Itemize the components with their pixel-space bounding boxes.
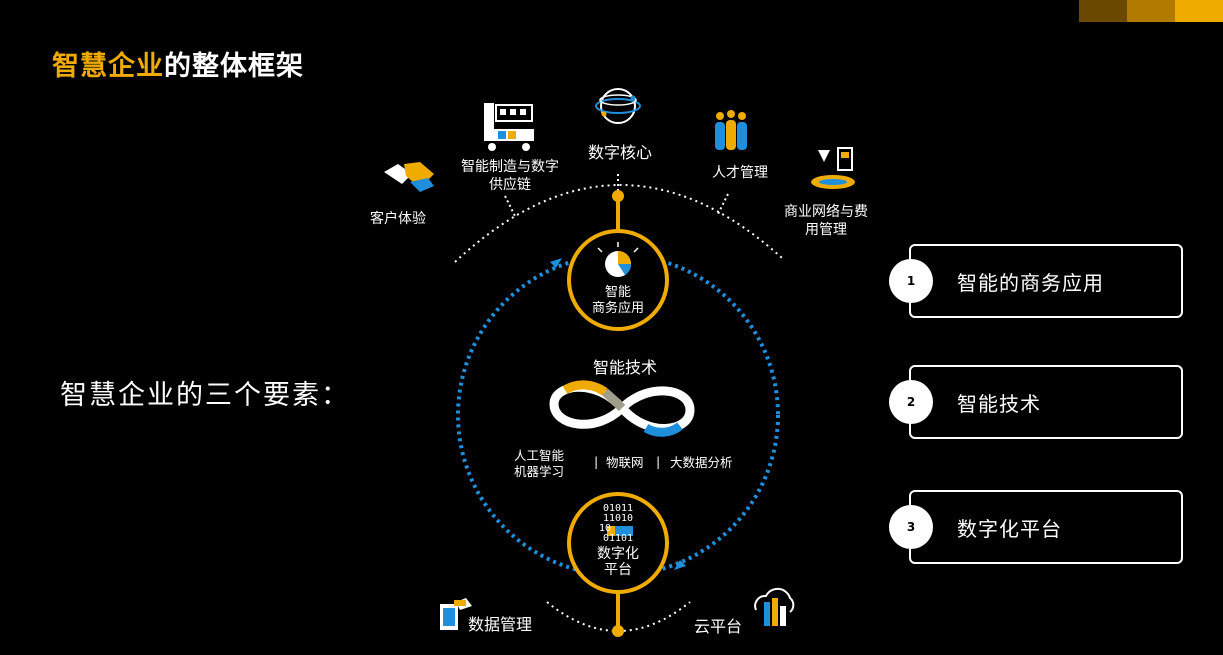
handshake-icon [384, 162, 434, 192]
binary-icon: 01011 11010 10 01101 [590, 504, 646, 544]
digital-platform-line2: 平台 [604, 562, 632, 578]
factory-icon [484, 103, 534, 151]
app-label-network: 商业网络与费用管理 [784, 204, 868, 238]
tech-title: 智能技术 [592, 358, 657, 377]
tech-item-bigdata: 大数据分析 [670, 455, 733, 470]
app-label-talent: 人才管理 [712, 165, 768, 181]
cloud-icon [754, 587, 795, 626]
tech-item-ai-line1: 人工智能 [514, 448, 565, 463]
app-label-customer: 客户体验 [370, 211, 426, 227]
binary-row-4: 01101 [602, 533, 634, 544]
element-card-1: 1 智能的商务应用 [889, 244, 1183, 318]
card-text-1: 智能的商务应用 [957, 270, 1104, 295]
card-number-3: 3 [889, 505, 933, 549]
people-icon [715, 110, 747, 150]
element-card-3: 3 数字化平台 [889, 490, 1183, 564]
infinity-icon [549, 380, 695, 437]
card-number-1: 1 [889, 259, 933, 303]
business-app-line1: 智能 [604, 285, 631, 300]
tech-sep-2: | [656, 454, 661, 469]
app-label-manufacturing: 智能制造与数字供应链 [461, 159, 559, 193]
tech-sep-1: | [594, 454, 599, 469]
app-label-core: 数字核心 [588, 143, 653, 162]
bottom-label-cloud: 云平台 [694, 617, 743, 636]
business-app-line2: 商务应用 [591, 301, 644, 316]
digital-platform-label: 数字化 平台 [578, 546, 658, 578]
tech-item-iot: 物联网 [606, 455, 644, 470]
network-icon [811, 147, 855, 189]
tech-item-ai: 人工智能 机器学习 [514, 448, 564, 480]
axis-bottom-dot [612, 625, 624, 637]
connector-talent [717, 193, 729, 215]
bottom-label-data: 数据管理 [468, 615, 533, 634]
business-app-label: 智能 商务应用 [578, 285, 658, 317]
axis-top-dot [612, 190, 624, 202]
digital-core-icon [595, 88, 641, 124]
tech-item-ai-line2: 机器学习 [514, 464, 565, 479]
connector-mfg [504, 195, 516, 217]
digital-platform-line1: 数字化 [597, 546, 639, 562]
card-text-2: 智能技术 [957, 391, 1041, 416]
card-text-3: 数字化平台 [957, 516, 1062, 541]
card-number-2: 2 [889, 380, 933, 424]
element-card-2: 2 智能技术 [889, 365, 1183, 439]
